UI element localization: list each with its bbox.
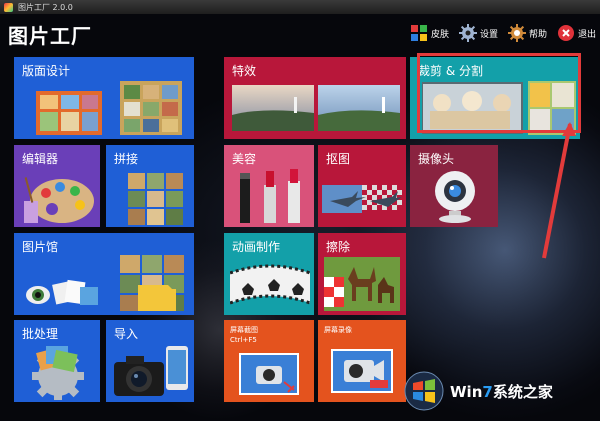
tile-label: 屏幕截图 xyxy=(230,326,258,334)
tile-label: 抠图 xyxy=(326,152,351,166)
window-titlebar: 图片工厂 2.0.0 xyxy=(0,0,600,14)
camera-phone-icon xyxy=(114,346,188,396)
tile-label: 动画制作 xyxy=(232,240,281,254)
cosmetics-icon xyxy=(240,169,300,223)
tile-label: 导入 xyxy=(114,327,139,341)
watermark-text: Win7系统之家 xyxy=(450,382,553,401)
skin-button[interactable]: 皮肤 xyxy=(410,24,449,42)
tile-animation[interactable]: 动画制作 xyxy=(224,233,314,315)
app-icon xyxy=(4,2,13,12)
watermark: Win7系统之家 xyxy=(404,366,600,416)
tile-import[interactable]: 导入 xyxy=(106,320,194,402)
tile-gallery[interactable]: 图片馆 xyxy=(14,233,194,315)
skin-label: 皮肤 xyxy=(430,29,449,40)
palette-grid-icon xyxy=(410,24,428,42)
top-toolbar: 皮肤 设置 帮助 退出 xyxy=(400,22,596,44)
tile-label: 裁剪 & 分割 xyxy=(418,64,483,78)
lighthouse-landscape-icon xyxy=(232,85,400,131)
tile-label: 擦除 xyxy=(326,240,351,254)
deer-erase-icon xyxy=(324,257,400,311)
jet-cutout-icon xyxy=(322,185,402,213)
batch-gear-icon xyxy=(32,346,84,400)
webcam-icon xyxy=(435,171,475,223)
help-button[interactable]: 帮助 xyxy=(507,24,547,42)
exit-button[interactable]: 退出 xyxy=(557,24,596,42)
tile-label: 屏幕录像 xyxy=(324,326,352,334)
tile-label: 特效 xyxy=(232,64,257,78)
gallery-folder-icon xyxy=(26,255,184,311)
gear-help-icon xyxy=(507,24,526,42)
paint-palette-icon xyxy=(24,177,94,223)
tile-label: 美容 xyxy=(232,152,257,166)
tile-beauty[interactable]: 美容 xyxy=(224,145,314,227)
photo-grid-icon xyxy=(128,173,183,225)
crop-puppies-icon xyxy=(422,81,576,135)
tile-label: 编辑器 xyxy=(22,152,59,166)
help-label: 帮助 xyxy=(528,29,547,40)
tile-label: 批处理 xyxy=(22,327,59,341)
windows-logo-icon xyxy=(404,371,444,411)
tile-label: 拼接 xyxy=(114,152,139,166)
tile-screenshot[interactable]: 屏幕截图 Ctrl+F5 xyxy=(224,320,314,402)
tile-layout-design[interactable]: 版面设计 xyxy=(14,57,194,139)
window-title: 图片工厂 2.0.0 xyxy=(18,2,73,12)
settings-button[interactable]: 设置 xyxy=(458,24,498,42)
page-title: 图片工厂 xyxy=(8,24,92,48)
settings-label: 设置 xyxy=(479,29,498,40)
close-icon xyxy=(557,24,575,42)
screen-record-icon xyxy=(331,349,393,393)
tile-erase[interactable]: 擦除 xyxy=(318,233,406,315)
tile-screen-record[interactable]: 屏幕录像 xyxy=(318,320,406,402)
tile-crop-split[interactable]: 裁剪 & 分割 xyxy=(410,57,580,139)
tile-stitch[interactable]: 拼接 xyxy=(106,145,194,227)
tile-editor[interactable]: 编辑器 xyxy=(14,145,100,227)
tile-label: 版面设计 xyxy=(22,64,71,78)
film-strip-icon xyxy=(230,264,310,305)
screenshot-hotkey: Ctrl+F5 xyxy=(230,336,257,344)
tile-cutout[interactable]: 抠图 xyxy=(318,145,406,227)
layout-collage-icon xyxy=(36,81,182,135)
screen-capture-icon xyxy=(239,353,299,395)
tile-effects[interactable]: 特效 xyxy=(224,57,406,139)
gear-icon xyxy=(458,24,477,42)
tile-camera[interactable]: 摄像头 xyxy=(410,145,498,227)
tile-batch[interactable]: 批处理 xyxy=(14,320,100,402)
exit-label: 退出 xyxy=(577,29,596,40)
tile-label: 摄像头 xyxy=(418,152,455,166)
